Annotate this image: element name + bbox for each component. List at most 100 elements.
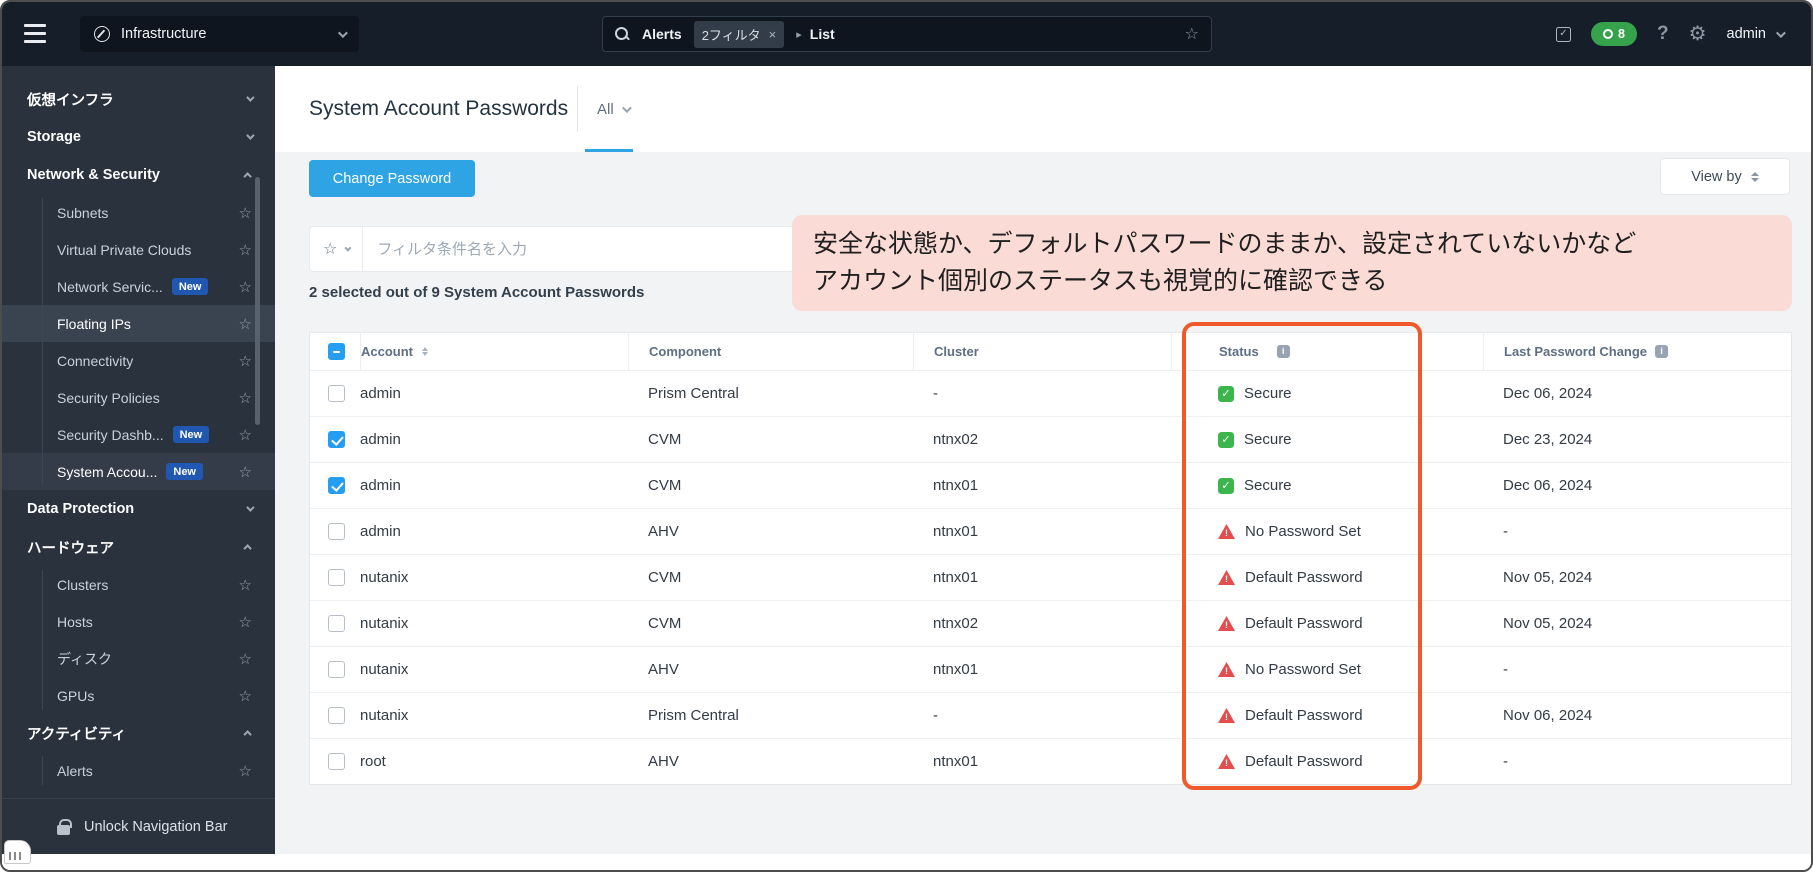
star-icon[interactable]: ☆ <box>239 315 252 333</box>
star-icon[interactable]: ☆ <box>239 278 252 296</box>
row-checkbox[interactable] <box>328 707 345 724</box>
cell-component: CVM <box>648 615 682 632</box>
annotation-line-1: 安全な状態か、デフォルトパスワードのままか、設定されていないかなど <box>813 230 1637 258</box>
sidebar-scrollbar[interactable] <box>255 177 260 425</box>
cell-status: No Password Set <box>1171 661 1483 678</box>
sidebar-group-label: ハードウェア <box>27 540 114 557</box>
column-header-status[interactable]: Status i <box>1171 333 1483 370</box>
cell-status: Default Password <box>1171 569 1483 586</box>
sidebar-item-floating-ips[interactable]: Floating IPs ☆ <box>2 305 275 342</box>
page-header: System Account Passwords All <box>275 66 1811 152</box>
saved-filters-dropdown[interactable]: ☆ <box>310 227 364 271</box>
sidebar-item-connectivity[interactable]: Connectivity ☆ <box>2 342 275 379</box>
star-icon[interactable]: ☆ <box>239 352 252 370</box>
table-row[interactable]: admin AHV ntnx01 No Password Set - <box>310 508 1791 554</box>
row-checkbox[interactable] <box>328 615 345 632</box>
tasks-status-badge[interactable]: 8 <box>1590 22 1637 46</box>
sidebar-item-alerts[interactable]: Alerts ☆ <box>2 752 275 789</box>
row-checkbox[interactable] <box>328 753 345 770</box>
sidebar-group-data-protection[interactable]: Data Protection <box>2 490 275 528</box>
table-row[interactable]: root AHV ntnx01 Default Password - <box>310 738 1791 784</box>
help-icon[interactable]: ? <box>1657 23 1669 45</box>
sidebar-item-security-dashb[interactable]: Security Dashb... New ☆ <box>2 416 275 453</box>
table-row[interactable]: admin Prism Central - ✓ Secure Dec 06, 2024 <box>310 370 1791 416</box>
star-icon[interactable]: ☆ <box>239 463 252 481</box>
column-header-cluster[interactable]: Cluster <box>913 333 1171 370</box>
column-header-account[interactable]: Account <box>360 333 628 370</box>
sidebar-group-item[interactable]: アクティビティ <box>2 714 275 752</box>
sidebar-item-network-servic[interactable]: Network Servic... New ☆ <box>2 268 275 305</box>
sidebar-group-item[interactable]: ハードウェア <box>2 528 275 566</box>
change-password-button[interactable]: Change Password <box>309 160 475 197</box>
sidebar-group-item[interactable]: 仮想インフラ <box>2 80 275 118</box>
favorite-star-icon[interactable]: ☆ <box>1185 24 1199 44</box>
sidebar-item-label: System Accou... <box>57 463 158 480</box>
star-icon[interactable]: ☆ <box>239 389 252 407</box>
row-checkbox[interactable] <box>328 385 345 402</box>
sidebar-item-subnets[interactable]: Subnets ☆ <box>2 194 275 231</box>
tasks-icon[interactable]: ✓ <box>1555 26 1571 42</box>
table-row[interactable]: nutanix AHV ntnx01 No Password Set - <box>310 646 1791 692</box>
sidebar-item-label: Floating IPs <box>57 315 131 332</box>
star-icon[interactable]: ☆ <box>239 426 252 444</box>
table-row[interactable]: nutanix CVM ntnx02 Default Password Nov 05, … <box>310 600 1791 646</box>
sidebar-item-hosts[interactable]: Hosts ☆ <box>2 603 275 640</box>
row-checkbox[interactable] <box>328 569 345 586</box>
star-icon[interactable]: ☆ <box>239 650 252 668</box>
cell-status: ✓ Secure <box>1171 477 1483 494</box>
star-icon[interactable]: ☆ <box>239 613 252 631</box>
status-label: Default Password <box>1245 707 1363 724</box>
app-menu-dropdown[interactable]: Infrastructure <box>80 16 359 52</box>
row-checkbox[interactable] <box>328 431 345 448</box>
sidebar-item-security-policies[interactable]: Security Policies ☆ <box>2 379 275 416</box>
hamburger-menu-icon[interactable] <box>24 24 46 43</box>
column-header-last-password-change[interactable]: Last Password Change i <box>1483 333 1791 370</box>
top-bar: Infrastructure Alerts 2フィルタ × ▸ List ☆ ✓… <box>2 2 1811 66</box>
sidebar-item-gpus[interactable]: GPUs ☆ <box>2 677 275 714</box>
sidebar-group-network-security[interactable]: Network & Security <box>2 156 275 194</box>
table-row[interactable]: nutanix Prism Central - Default Password Nov… <box>310 692 1791 738</box>
sidebar-group-label: アクティビティ <box>27 726 127 743</box>
gear-icon[interactable]: ⚙ <box>1689 24 1707 44</box>
chip-close-icon[interactable]: × <box>769 27 777 42</box>
global-search-bar[interactable]: Alerts 2フィルタ × ▸ List ☆ <box>602 16 1212 52</box>
unlock-navigation-bar-button[interactable]: Unlock Navigation Bar <box>2 799 275 855</box>
table-row[interactable]: admin CVM ntnx02 ✓ Secure Dec 23, 2024 <box>310 416 1791 462</box>
status-label: Default Password <box>1245 753 1363 770</box>
select-all-checkbox[interactable] <box>328 343 345 360</box>
sidebar-item-system-accou[interactable]: System Accou... New ☆ <box>2 453 275 490</box>
star-icon[interactable]: ☆ <box>239 576 252 594</box>
star-icon[interactable]: ☆ <box>239 204 252 222</box>
user-menu[interactable]: admin <box>1727 26 1786 42</box>
sidebar-item-label: Hosts <box>57 613 93 630</box>
row-checkbox[interactable] <box>328 523 345 540</box>
search-filter-chip[interactable]: 2フィルタ × <box>693 20 785 48</box>
table-row[interactable]: admin CVM ntnx01 ✓ Secure Dec 06, 2024 <box>310 462 1791 508</box>
tab-all[interactable]: All <box>597 66 632 152</box>
sidebar-item-clusters[interactable]: Clusters ☆ <box>2 566 275 603</box>
cell-component: CVM <box>648 477 682 494</box>
sidebar-group-storage[interactable]: Storage <box>2 118 275 156</box>
view-by-button[interactable]: View by <box>1660 158 1790 195</box>
sort-icon[interactable] <box>422 346 428 357</box>
cell-component: AHV <box>648 661 679 678</box>
cell-status: Default Password <box>1171 615 1483 632</box>
row-checkbox-cell <box>310 707 360 724</box>
sidebar-group-label: Storage <box>27 129 81 145</box>
secure-check-icon: ✓ <box>1218 477 1234 494</box>
sidebar-item-item[interactable]: ディスク ☆ <box>2 640 275 677</box>
info-icon[interactable]: i <box>1276 345 1290 358</box>
star-icon[interactable]: ☆ <box>239 762 252 780</box>
sidebar-item-virtual-private-clouds[interactable]: Virtual Private Clouds ☆ <box>2 231 275 268</box>
star-icon[interactable]: ☆ <box>239 241 252 259</box>
status-label: No Password Set <box>1245 523 1361 540</box>
row-checkbox[interactable] <box>328 661 345 678</box>
info-icon[interactable]: i <box>1655 345 1669 358</box>
star-icon[interactable]: ☆ <box>239 687 252 705</box>
chevron-down-icon <box>246 131 255 140</box>
row-checkbox-cell <box>310 431 360 448</box>
row-checkbox[interactable] <box>328 477 345 494</box>
sidebar-item-label: ディスク <box>57 650 113 667</box>
table-row[interactable]: nutanix CVM ntnx01 Default Password Nov 05, … <box>310 554 1791 600</box>
column-header-component[interactable]: Component <box>628 333 913 370</box>
